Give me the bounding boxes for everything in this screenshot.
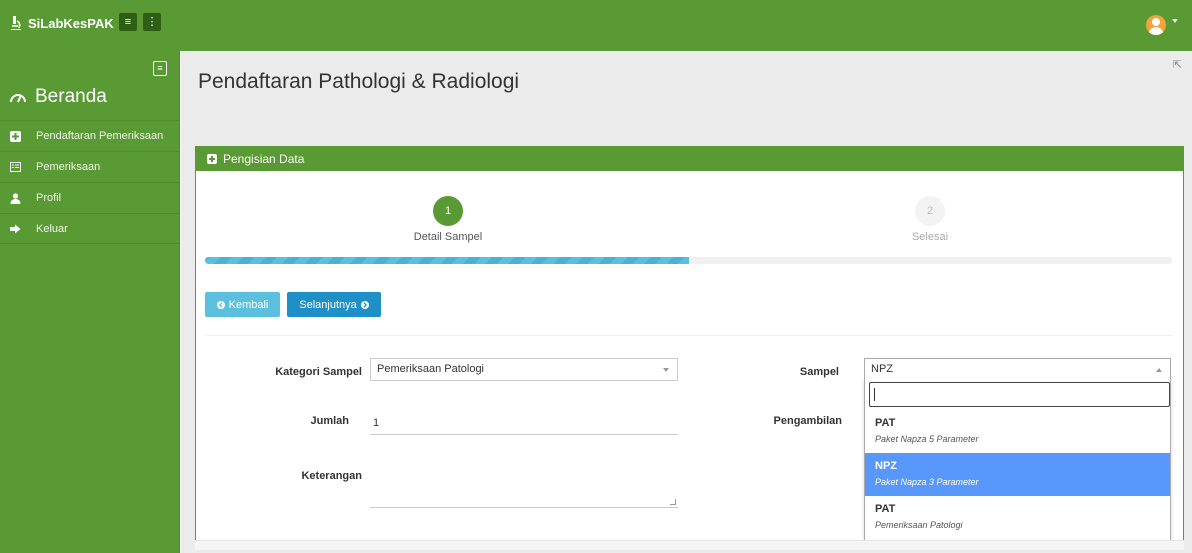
divider xyxy=(205,335,1172,336)
sidebar-collapse-button[interactable]: ≡ xyxy=(153,61,167,76)
microscope-icon xyxy=(11,16,21,30)
back-button[interactable]: Kembali xyxy=(205,292,280,317)
keterangan-label: Keterangan xyxy=(301,470,362,482)
panel-title: Pengisian Data xyxy=(223,152,305,166)
dropdown-option-selected[interactable]: NPZ Paket Napza 3 Parameter xyxy=(865,453,1170,496)
horizontal-scrollbar[interactable] xyxy=(195,540,1184,550)
step-1-circle[interactable]: 1 xyxy=(433,196,463,226)
page-title: Pendaftaran Pathologi & Radiologi xyxy=(198,70,520,93)
jumlah-label: Jumlah xyxy=(310,415,349,427)
sidebar-item-pendaftaran[interactable]: Pendaftaran Pemeriksaan xyxy=(0,120,180,151)
dropdown-option[interactable]: PAT Pemeriksaan Patologi xyxy=(865,496,1170,539)
sidebar-item-label: Pendaftaran Pemeriksaan xyxy=(36,130,164,142)
top-navbar: SiLabKesPAK ≡ ⋮ xyxy=(0,0,1192,51)
sidebar-item-profil[interactable]: Profil xyxy=(0,182,180,213)
home-label: Beranda xyxy=(35,86,107,107)
sampel-select-value: NPZ xyxy=(871,363,893,375)
wizard-progress-bar xyxy=(205,257,1172,264)
option-description: Paket Napza 3 Parameter xyxy=(875,477,979,487)
back-button-label: Kembali xyxy=(228,298,269,311)
dropdown-option[interactable]: PAT Paket Napza 5 Parameter xyxy=(865,410,1170,453)
dashboard-gauge-icon xyxy=(10,94,26,103)
content-header: Pendaftaran Pathologi & Radiologi ⇱ xyxy=(181,51,1192,123)
dropdown-search-input[interactable] xyxy=(869,382,1170,407)
user-icon xyxy=(10,193,21,204)
step-2-label: Selesai xyxy=(911,231,949,243)
sidebar: ≡ Beranda Pendaftaran Pemeriksaan Pemeri… xyxy=(0,51,180,553)
jumlah-input[interactable]: 1 xyxy=(370,411,678,435)
sign-out-icon xyxy=(10,224,21,234)
fullscreen-icon[interactable]: ⇱ xyxy=(1173,58,1182,71)
progress-fill xyxy=(205,257,689,264)
list-icon xyxy=(10,162,21,172)
hamburger-icon: ≡ xyxy=(124,16,132,28)
plus-square-icon xyxy=(10,131,21,142)
sampel-label: Sampel xyxy=(799,366,839,378)
keterangan-textarea[interactable] xyxy=(370,457,678,508)
sidebar-nav: Pendaftaran Pemeriksaan Pemeriksaan Prof… xyxy=(0,120,180,244)
collapse-icon: ≡ xyxy=(157,63,163,73)
sidebar-item-pemeriksaan[interactable]: Pemeriksaan xyxy=(0,151,180,182)
chevron-down-icon xyxy=(663,368,669,372)
next-button-label: Selanjutnya xyxy=(299,298,357,311)
sidebar-item-keluar[interactable]: Keluar xyxy=(0,213,180,244)
resize-grip-icon[interactable] xyxy=(670,499,676,505)
sampel-dropdown: PAT Paket Napza 5 Parameter NPZ Paket Na… xyxy=(864,378,1171,544)
brand-logo[interactable]: SiLabKesPAK xyxy=(8,15,114,31)
plus-square-icon xyxy=(207,154,217,164)
kategori-select-value: Pemeriksaan Patologi xyxy=(377,363,485,375)
sidebar-home-link[interactable]: Beranda xyxy=(9,86,107,108)
option-description: Paket Napza 5 Parameter xyxy=(875,434,979,444)
chevron-up-icon xyxy=(1156,368,1162,372)
panel-header: Pengisian Data xyxy=(196,147,1183,171)
sidebar-item-label: Profil xyxy=(36,192,62,204)
next-button[interactable]: Selanjutnya xyxy=(287,292,381,317)
chevron-left-circle-icon xyxy=(216,300,225,309)
option-code: PAT xyxy=(875,417,896,429)
step-2-circle[interactable]: 2 xyxy=(915,196,945,226)
sidebar-item-label: Pemeriksaan xyxy=(36,161,101,173)
step-1-label: Detail Sampel xyxy=(413,231,483,243)
chevron-right-circle-icon xyxy=(360,300,369,309)
menu-toggle-button[interactable]: ≡ xyxy=(119,13,137,31)
kategori-select[interactable]: Pemeriksaan Patologi xyxy=(370,358,678,381)
brand-name: SiLabKesPAK xyxy=(28,15,114,31)
vertical-dots-icon: ⋮ xyxy=(146,16,158,28)
user-avatar[interactable] xyxy=(1146,15,1166,35)
user-menu-caret-icon[interactable] xyxy=(1172,19,1178,23)
sidebar-item-label: Keluar xyxy=(36,222,68,235)
more-options-button[interactable]: ⋮ xyxy=(143,13,161,31)
option-code: PAT xyxy=(875,503,896,515)
kategori-label: Kategori Sampel xyxy=(275,366,362,378)
option-code: NPZ xyxy=(875,460,897,472)
option-description: Pemeriksaan Patologi xyxy=(875,520,963,530)
pengambilan-label: Pengambilan xyxy=(773,415,842,427)
text-cursor xyxy=(874,388,875,401)
